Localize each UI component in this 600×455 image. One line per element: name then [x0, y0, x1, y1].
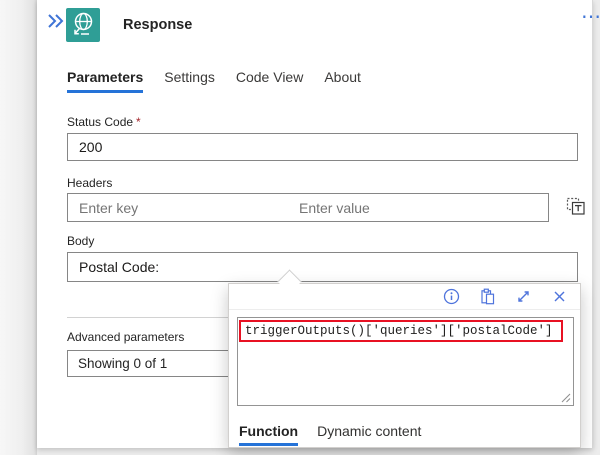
more-actions-button[interactable]: ⋯ [581, 4, 600, 29]
action-title: Response [123, 17, 192, 33]
expression-highlight-box: triggerOutputs()['queries']['postalCode'… [239, 320, 563, 342]
double-chevron-right-icon [47, 13, 65, 29]
headers-key-value-table [67, 193, 549, 222]
close-icon[interactable] [551, 288, 568, 305]
globe-response-icon [66, 8, 100, 42]
panel-tabs: Parameters Settings Code View About [67, 69, 382, 93]
headers-label: Headers [67, 176, 112, 190]
status-code-label-text: Status Code [67, 115, 133, 129]
logic-apps-designer-panel: Response ⋯ Parameters Settings Code View… [0, 0, 600, 455]
expression-popup-tabs: Function Dynamic content [239, 423, 440, 446]
tab-function[interactable]: Function [239, 423, 298, 446]
text-mode-icon [566, 196, 586, 216]
info-icon[interactable] [443, 288, 460, 305]
body-label: Body [67, 234, 94, 248]
collapse-panel-button[interactable] [47, 13, 65, 29]
status-code-label: Status Code* [67, 115, 141, 129]
tab-about[interactable]: About [324, 69, 361, 93]
switch-to-text-mode-button[interactable] [566, 196, 586, 216]
tab-code-view[interactable]: Code View [236, 69, 303, 93]
header-value-input[interactable] [288, 194, 548, 221]
response-action-icon [66, 8, 100, 42]
tab-dynamic-content[interactable]: Dynamic content [317, 423, 421, 446]
tab-parameters[interactable]: Parameters [67, 69, 143, 93]
paste-icon[interactable] [479, 288, 496, 305]
advanced-parameters-label: Advanced parameters [67, 330, 184, 344]
expression-text[interactable]: triggerOutputs()['queries']['postalCode'… [245, 324, 553, 338]
expand-icon[interactable] [515, 288, 532, 305]
resize-handle-icon[interactable] [559, 391, 571, 403]
tab-settings[interactable]: Settings [164, 69, 215, 93]
body-input[interactable] [67, 252, 578, 282]
required-asterisk: * [136, 115, 141, 129]
header-key-input[interactable] [68, 194, 288, 221]
collapsed-canvas-strip [0, 0, 37, 455]
expression-input-area[interactable]: triggerOutputs()['queries']['postalCode'… [237, 317, 574, 406]
expression-toolbar [229, 284, 580, 310]
expression-editor-callout: triggerOutputs()['queries']['postalCode'… [228, 283, 581, 448]
status-code-input[interactable] [67, 133, 578, 161]
